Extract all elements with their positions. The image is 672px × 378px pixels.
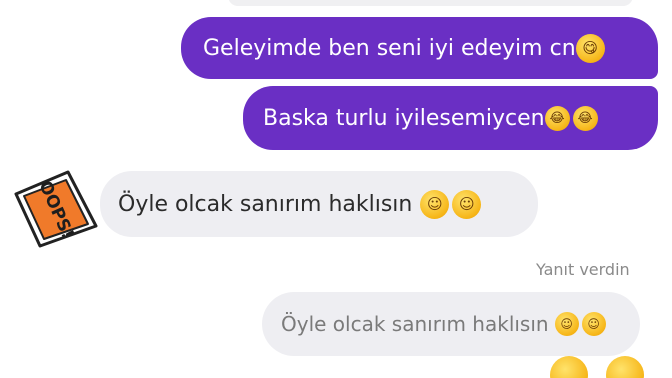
emoji-message-icon[interactable] [606, 356, 644, 378]
quoted-message-bubble[interactable]: Öyle olcak sanırım haklısın ☺ ☺ [262, 292, 640, 356]
reply-label: Yanıt verdin [536, 260, 630, 279]
tongue-out-icon: 😋 [575, 33, 605, 63]
incoming-message-bubble[interactable]: Öyle olcak sanırım haklısın ☺ ☺ [100, 171, 538, 237]
quoted-message-text: Öyle olcak sanırım haklısın [281, 312, 549, 336]
emoji-message-icon[interactable] [550, 356, 588, 378]
smiling-face-icon: ☺ [452, 189, 482, 219]
previous-message-bubble[interactable] [228, 0, 633, 6]
smiling-face-icon: ☺ [420, 189, 450, 219]
outgoing-message-bubble[interactable]: Geleyimde ben seni iyi edeyim cn 😋 [181, 17, 658, 79]
outgoing-message-bubble[interactable]: Baska turlu iyilesemiycen 😂 😂 [243, 86, 658, 150]
chat-thread: Geleyimde ben seni iyi edeyim cn 😋 Baska… [0, 0, 672, 378]
tears-of-joy-icon: 😂 [544, 105, 570, 131]
smiling-face-icon: ☺ [581, 312, 606, 336]
tears-of-joy-icon: 😂 [572, 105, 598, 131]
message-text: Geleyimde ben seni iyi edeyim cn [203, 35, 576, 61]
message-text: Baska turlu iyilesemiycen [263, 105, 545, 131]
message-text: Öyle olcak sanırım haklısın [118, 191, 413, 217]
smiling-face-icon: ☺ [554, 312, 579, 336]
oops-sticker-icon: OOPS! [10, 168, 100, 248]
